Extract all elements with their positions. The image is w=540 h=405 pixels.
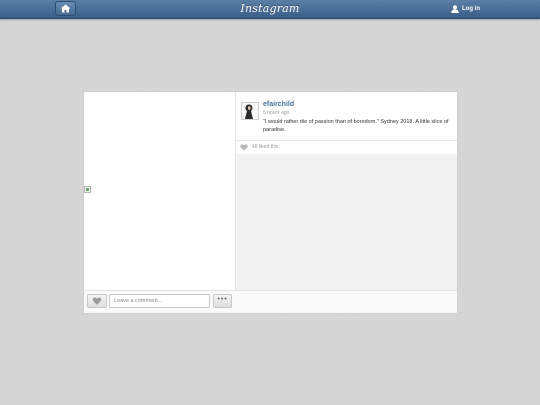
heart-icon (240, 144, 248, 151)
photo-pane (84, 92, 236, 290)
likes-count: 48 liked this. (252, 144, 280, 150)
post-timestamp: 5 hours ago (263, 110, 290, 116)
like-button[interactable] (87, 294, 107, 308)
home-icon (60, 4, 71, 13)
action-bar: ••• (84, 290, 457, 313)
post-caption: "I would rather die of passion than of b… (263, 119, 449, 133)
likes-row: 48 liked this. (236, 141, 457, 155)
login-link[interactable]: Log in (451, 2, 480, 16)
user-icon (451, 5, 459, 13)
post-header: efairchild 5 hours ago "I would rather d… (236, 100, 457, 141)
top-bar: Instagram Log in (0, 0, 540, 19)
avatar[interactable] (241, 102, 259, 120)
avatar-image (242, 103, 258, 119)
comments-area (236, 154, 457, 290)
post-username[interactable]: efairchild (263, 101, 294, 108)
login-label: Log in (462, 6, 480, 12)
post-card: efairchild 5 hours ago "I would rather d… (83, 91, 458, 314)
home-button[interactable] (55, 1, 76, 16)
more-options-button[interactable]: ••• (213, 294, 232, 308)
broken-image-icon (84, 186, 91, 193)
post-info-pane: efairchild 5 hours ago "I would rather d… (236, 92, 457, 290)
comment-input[interactable] (109, 294, 210, 308)
heart-icon (92, 297, 102, 305)
